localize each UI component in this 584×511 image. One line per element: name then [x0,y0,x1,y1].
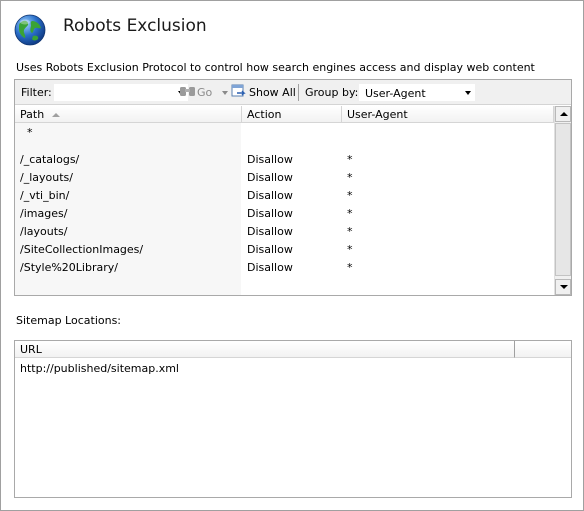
group-by-label: Group by: [305,86,359,99]
row-path: /images/ [20,207,68,220]
filter-input[interactable] [53,83,189,102]
group-by-dropdown-icon[interactable] [465,91,471,95]
filter-toolbar: Filter: Go Show All Group by: User-Agent [15,80,571,105]
filter-label: Filter: [21,86,52,99]
column-header-path[interactable]: Path [15,106,242,123]
row-user-agent: * [347,261,353,274]
row-action: Disallow [247,243,293,256]
globe-icon [14,14,46,46]
row-user-agent: * [347,189,353,202]
row-path: /Style%20Library/ [20,261,118,274]
scroll-down-button[interactable] [555,279,571,295]
group-by-select[interactable]: User-Agent [358,83,476,102]
row-action: Disallow [247,153,293,166]
binoculars-icon [180,87,195,96]
scroll-up-button[interactable] [555,106,571,122]
group-header[interactable]: * [27,126,33,139]
scroll-down-icon [560,285,568,289]
scroll-thumb[interactable] [555,123,571,276]
go-button[interactable] [179,84,197,100]
row-action: Disallow [247,261,293,274]
sitemap-locations-label: Sitemap Locations: [16,314,122,327]
row-user-agent: * [347,153,353,166]
row-action: Disallow [247,207,293,220]
column-header-action[interactable]: Action [242,106,342,123]
scroll-up-icon [560,112,568,116]
sitemap-list: URL http://published/sitemap.xml [14,340,572,498]
rules-grid: Filter: Go Show All Group by: User-Agent… [14,79,572,296]
row-path: /_vti_bin/ [20,189,70,202]
row-action: Disallow [247,171,293,184]
show-all-button[interactable] [231,84,247,100]
vertical-scrollbar[interactable] [554,106,571,295]
row-path: /SiteCollectionImages/ [20,243,144,256]
toolbar-separator [298,84,299,101]
page-title: Robots Exclusion [63,16,207,36]
show-all-label[interactable]: Show All [249,86,296,99]
row-user-agent: * [347,171,353,184]
column-header-filler [515,341,571,358]
row-path: /_layouts/ [20,171,73,184]
row-user-agent: * [347,225,353,238]
go-label[interactable]: Go [197,86,212,99]
column-header-user-agent[interactable]: User-Agent [342,106,554,123]
robots-exclusion-window: Robots Exclusion Uses Robots Exclusion P… [0,0,584,511]
row-action: Disallow [247,225,293,238]
row-action: Disallow [247,189,293,202]
page-description: Uses Robots Exclusion Protocol to contro… [16,61,535,74]
sort-ascending-icon [52,113,60,117]
row-user-agent: * [347,207,353,220]
list-item[interactable]: http://published/sitemap.xml [20,362,179,375]
column-header-url[interactable]: URL [15,341,515,358]
group-by-value: User-Agent [365,87,426,100]
show-all-icon [231,84,246,97]
row-path: /_catalogs/ [20,153,80,166]
go-dropdown-icon[interactable] [222,91,228,95]
row-user-agent: * [347,243,353,256]
row-path: /layouts/ [20,225,68,238]
